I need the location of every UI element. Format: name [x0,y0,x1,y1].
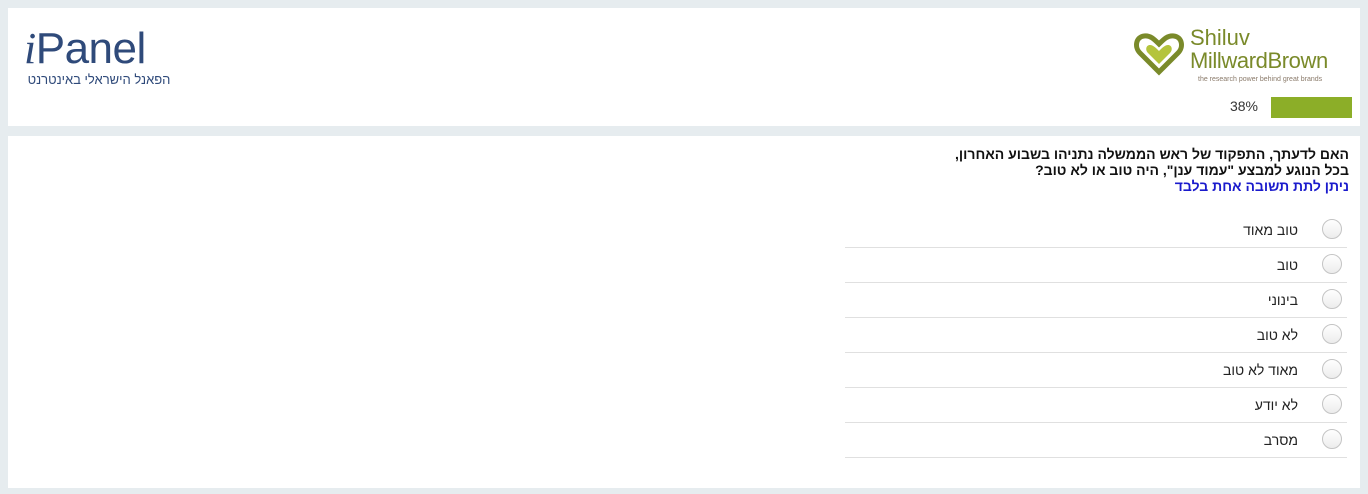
smb-line2: MillwardBrown [1190,48,1328,73]
ipanel-logo-text: iPanel [24,24,146,73]
progress-bar [1262,97,1352,118]
ipanel-logo: iPanel הפאנל הישראלי באינטרנט [24,26,204,90]
answer-option[interactable]: טוב [845,248,1347,283]
question-text: האם לדעתך, התפקוד של ראש הממשלה נתניהו ב… [955,146,1349,178]
answer-option[interactable]: מסרב [845,423,1347,458]
ipanel-tagline: הפאנל הישראלי באינטרנט [27,72,171,87]
answer-option-label: מאוד לא טוב [1223,362,1298,378]
answer-option[interactable]: מאוד לא טוב [845,353,1347,388]
question-panel: האם לדעתך, התפקוד של ראש הממשלה נתניהו ב… [8,136,1360,488]
radio-button[interactable] [1322,359,1342,379]
answer-option[interactable]: בינוני [845,283,1347,318]
header-bar: iPanel הפאנל הישראלי באינטרנט Shiluv Mil… [8,8,1360,126]
answer-option-label: לא יודע [1254,397,1298,413]
answer-option-label: מסרב [1263,432,1298,448]
answer-option-label: בינוני [1267,292,1298,308]
shiluv-millwardbrown-logo: Shiluv MillwardBrown the research power … [1132,26,1346,88]
smb-tagline: the research power behind great brands [1198,76,1323,83]
answer-option[interactable]: טוב מאוד [845,213,1347,248]
heart-logo-icon [1134,33,1184,76]
answer-option[interactable]: לא טוב [845,318,1347,353]
radio-button[interactable] [1322,394,1342,414]
radio-button[interactable] [1322,254,1342,274]
answer-option[interactable]: לא יודע [845,388,1347,423]
radio-button[interactable] [1322,219,1342,239]
answer-option-label: לא טוב [1256,327,1298,343]
radio-button[interactable] [1322,289,1342,309]
answer-option-label: טוב [1276,257,1298,273]
progress-percent: 38% [1229,98,1258,114]
smb-line1: Shiluv [1190,25,1250,50]
answer-option-label: טוב מאוד [1243,222,1298,238]
question-instruction: ניתן לתת תשובה אחת בלבד [1174,178,1349,194]
progress-bar-fill [1270,97,1352,118]
answer-options: טוב מאוד טוב בינוני לא טוב מאוד לא טוב לא יוד… [845,213,1347,458]
radio-button[interactable] [1322,429,1342,449]
radio-button[interactable] [1322,324,1342,344]
